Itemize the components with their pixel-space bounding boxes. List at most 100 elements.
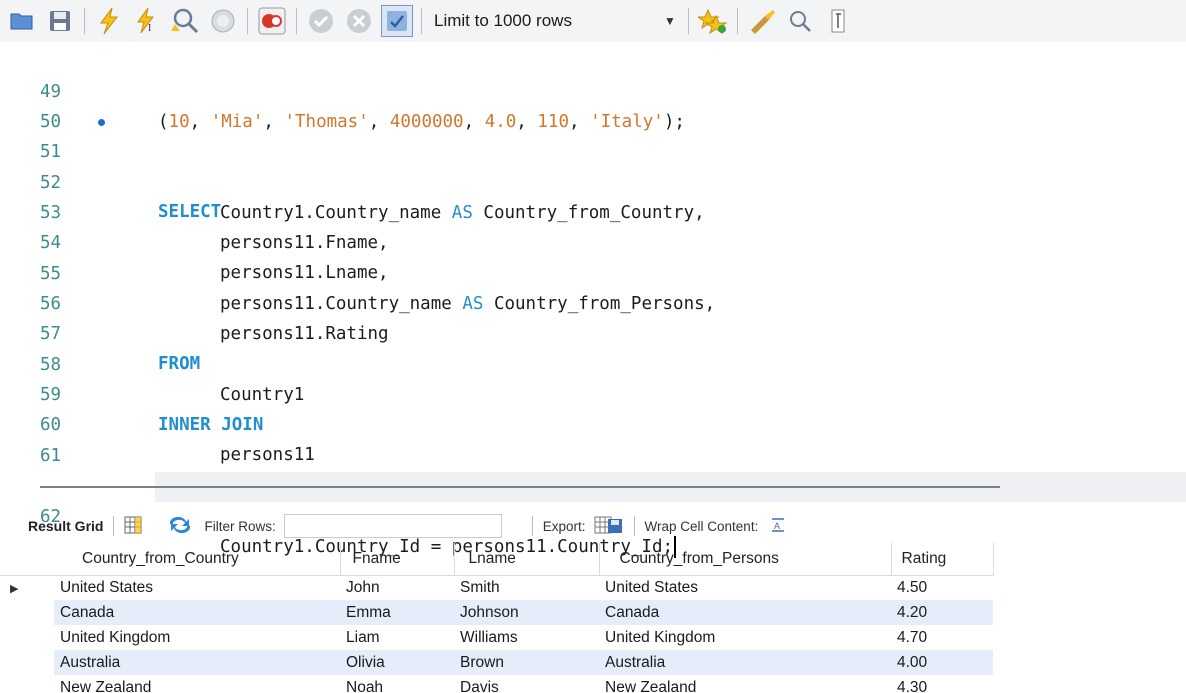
svg-text:I: I: [148, 23, 151, 34]
table-cell[interactable]: New Zealand: [54, 675, 340, 693]
column-header[interactable]: Lname: [454, 543, 600, 576]
table-cell[interactable]: Canada: [599, 600, 891, 625]
code-line: 61 ON: [0, 411, 1186, 496]
toolbar-separator: [687, 8, 689, 34]
column-header[interactable]: Rating: [891, 543, 994, 576]
beautify-icon[interactable]: [746, 5, 778, 37]
code-line: 56 persons11.Rating: [0, 259, 1186, 344]
toolbar-separator: [296, 8, 297, 34]
chevron-down-icon: ▼: [664, 14, 676, 28]
result-toolbar: Result Grid Filter Rows: Export: Wrap Ce…: [0, 511, 1186, 541]
table-cell[interactable]: United States: [54, 575, 340, 600]
code-line: 51 SELECT: [0, 107, 1186, 222]
code-line: 52 Country1.Country_name AS Country_from…: [0, 138, 1186, 223]
result-grid: Country_from_Country Fname Lname Country…: [0, 543, 994, 693]
sql-editor-toolbar: I Limit to 1000 rows ▼: [0, 0, 1186, 42]
add-snippet-icon[interactable]: [697, 5, 729, 37]
table-cell[interactable]: Williams: [454, 625, 599, 650]
code-line: 50: [0, 77, 1186, 132]
table-row[interactable]: ▶ United States John Smith United States…: [0, 575, 993, 600]
table-cell[interactable]: New Zealand: [599, 675, 891, 693]
result-grid-label[interactable]: Result Grid: [28, 518, 103, 534]
toolbar-separator: [531, 516, 533, 536]
invisible-chars-icon[interactable]: [822, 5, 854, 37]
table-cell[interactable]: 4.00: [891, 650, 993, 675]
table-cell[interactable]: 4.50: [891, 575, 993, 600]
svg-text:A: A: [774, 521, 780, 531]
table-cell[interactable]: United States: [599, 575, 891, 600]
column-header[interactable]: Country_from_Country: [54, 543, 341, 576]
code-line: 54 persons11.Lname,: [0, 198, 1186, 283]
toolbar-separator: [421, 8, 422, 34]
table-cell[interactable]: Olivia: [340, 650, 454, 675]
filter-rows-input[interactable]: [283, 514, 502, 538]
execute-current-icon[interactable]: I: [131, 5, 163, 37]
row-marker: ▶: [0, 575, 54, 600]
toolbar-separator: [633, 516, 635, 536]
column-header[interactable]: Fname: [340, 543, 455, 576]
code-line: 49 (10, 'Mia', 'Thomas', 4000000, 4.0, 1…: [0, 47, 1186, 132]
wrap-cell-icon[interactable]: A: [770, 517, 786, 536]
save-icon[interactable]: [44, 5, 76, 37]
table-cell[interactable]: Emma: [340, 600, 454, 625]
table-cell[interactable]: Smith: [454, 575, 599, 600]
table-cell[interactable]: United Kingdom: [599, 625, 891, 650]
column-header[interactable]: Country_from_Persons: [599, 543, 892, 576]
row-marker: [0, 600, 54, 625]
toolbar-separator: [113, 516, 115, 536]
table-cell[interactable]: Australia: [54, 650, 340, 675]
code-line: 60 persons11: [0, 380, 1186, 465]
export-icon[interactable]: [594, 515, 624, 538]
code-line: 59 INNER JOIN: [0, 350, 1186, 435]
code-line: 57 FROM: [0, 289, 1186, 374]
export-label: Export:: [542, 518, 586, 534]
grid-header-row: Country_from_Country Fname Lname Country…: [0, 543, 994, 576]
stop-icon[interactable]: [207, 5, 239, 37]
table-cell[interactable]: Davis: [454, 675, 599, 693]
open-folder-icon[interactable]: [6, 5, 38, 37]
refresh-icon[interactable]: [168, 516, 192, 537]
find-icon[interactable]: [784, 5, 816, 37]
code-line: 53 persons11.Fname,: [0, 168, 1186, 253]
autocommit-icon[interactable]: [381, 5, 413, 37]
row-marker: [0, 650, 54, 675]
toggle-error-icon[interactable]: [256, 5, 288, 37]
table-row[interactable]: United Kingdom Liam Williams United King…: [0, 625, 993, 650]
execute-icon[interactable]: [93, 5, 125, 37]
table-row[interactable]: Canada Emma Johnson Canada 4.20: [0, 600, 993, 625]
table-cell[interactable]: 4.70: [891, 625, 993, 650]
table-cell[interactable]: Johnson: [454, 600, 599, 625]
table-cell[interactable]: 4.20: [891, 600, 993, 625]
table-row[interactable]: Australia Olivia Brown Australia 4.00: [0, 650, 993, 675]
code-line: 58 Country1: [0, 320, 1186, 405]
commit-icon[interactable]: [305, 5, 337, 37]
row-marker-header: [0, 543, 54, 576]
row-marker: [0, 675, 54, 693]
table-cell[interactable]: United Kingdom: [54, 625, 340, 650]
table-row[interactable]: New Zealand Noah Davis New Zealand 4.30: [0, 675, 993, 693]
panel-splitter[interactable]: [40, 486, 1000, 488]
row-marker: [0, 625, 54, 650]
table-cell[interactable]: 4.30: [891, 675, 993, 693]
table-cell[interactable]: Canada: [54, 600, 340, 625]
code-line-current: 62 Country1.Country_Id = persons11.Count…: [0, 442, 1186, 558]
rollback-icon[interactable]: [343, 5, 375, 37]
table-cell[interactable]: Australia: [599, 650, 891, 675]
explain-icon[interactable]: [169, 5, 201, 37]
limit-rows-label: Limit to 1000 rows: [434, 11, 572, 30]
toolbar-separator: [736, 8, 738, 34]
table-cell[interactable]: Liam: [340, 625, 454, 650]
toolbar-separator: [247, 8, 248, 34]
table-cell[interactable]: Brown: [454, 650, 599, 675]
current-row-arrow-icon: ▶: [10, 582, 19, 595]
table-cell[interactable]: Noah: [340, 675, 454, 693]
grid-view-icon[interactable]: [124, 516, 142, 537]
code-line: 55 persons11.Country_name AS Country_fro…: [0, 229, 1186, 314]
toolbar-separator: [84, 8, 85, 34]
wrap-cell-label: Wrap Cell Content:: [644, 518, 759, 534]
table-cell[interactable]: John: [340, 575, 454, 600]
filter-rows-label: Filter Rows:: [204, 518, 276, 534]
sql-editor[interactable]: 49 (10, 'Mia', 'Thomas', 4000000, 4.0, 1…: [0, 42, 1186, 558]
limit-rows-select[interactable]: Limit to 1000 rows ▼: [434, 7, 686, 35]
statement-marker-icon: [98, 119, 105, 126]
